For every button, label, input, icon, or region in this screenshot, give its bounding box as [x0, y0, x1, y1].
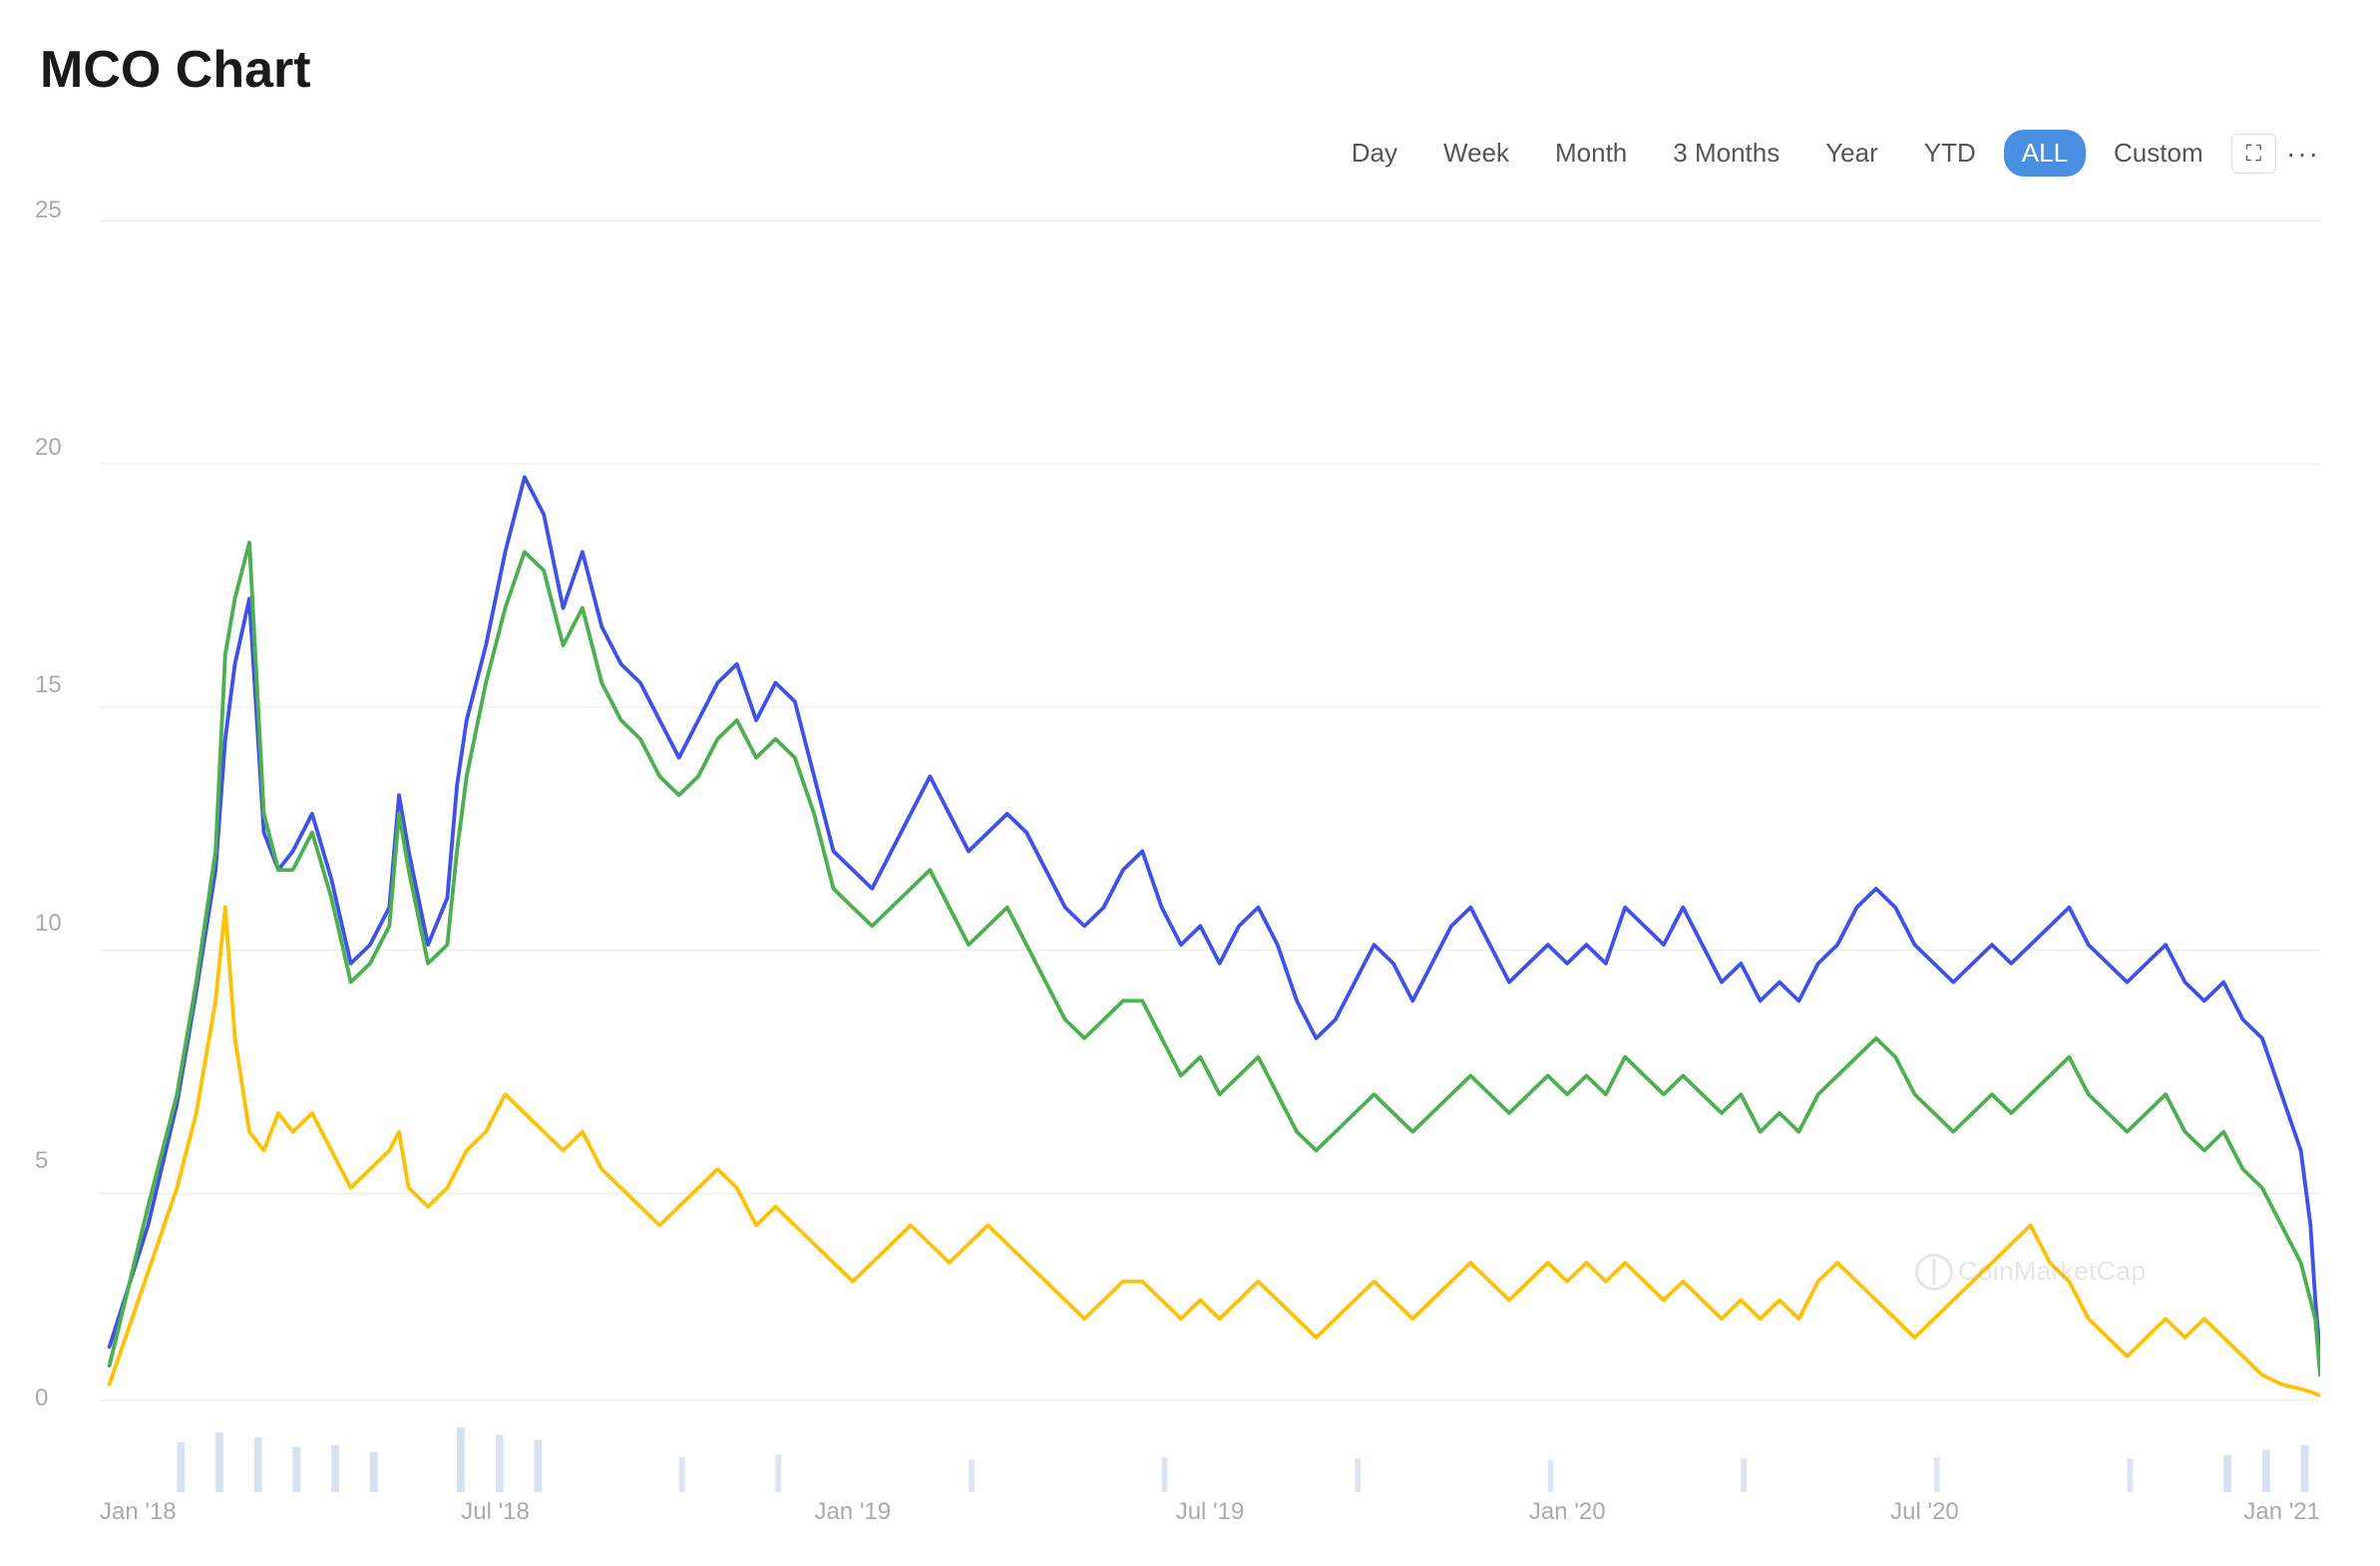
chart-area: 25 25 20 15 10 5 0 — [40, 196, 2320, 1526]
price-chart-svg: CoinMarketCap — [100, 196, 2320, 1412]
x-label-jan19: Jan '19 — [814, 1498, 891, 1526]
x-label-jul19: Jul '19 — [1176, 1498, 1245, 1526]
week-button[interactable]: Week — [1425, 130, 1527, 177]
svg-text:CoinMarketCap: CoinMarketCap — [1958, 1256, 2146, 1286]
x-axis: Jan '18 Jul '18 Jan '19 Jul '19 Jan '20 … — [40, 1498, 2320, 1526]
3months-button[interactable]: 3 Months — [1655, 130, 1797, 177]
time-range-toolbar: Day Week Month 3 Months Year YTD ALL Cus… — [40, 130, 2320, 177]
x-label-jul18: Jul '18 — [461, 1498, 530, 1526]
y-axis — [40, 196, 100, 1492]
year-button[interactable]: Year — [1807, 130, 1896, 177]
month-button[interactable]: Month — [1537, 130, 1645, 177]
x-label-jan21: Jan '21 — [2243, 1498, 2320, 1526]
all-button[interactable]: ALL — [2004, 130, 2086, 177]
day-button[interactable]: Day — [1334, 130, 1415, 177]
fullscreen-button[interactable]: ⛶ — [2231, 134, 2276, 174]
ytd-button[interactable]: YTD — [1906, 130, 1994, 177]
x-label-jul20: Jul '20 — [1890, 1498, 1959, 1526]
more-options-button[interactable]: ··· — [2286, 138, 2320, 170]
custom-button[interactable]: Custom — [2096, 130, 2221, 177]
x-label-jan18: Jan '18 — [100, 1498, 177, 1526]
volume-chart-svg — [100, 1417, 2320, 1492]
page-title: MCO Chart — [40, 40, 2320, 100]
chart-body: 25 25 20 15 10 5 0 — [100, 196, 2320, 1492]
fullscreen-icon: ⛶ — [2246, 141, 2261, 167]
x-label-jan20: Jan '20 — [1529, 1498, 1606, 1526]
